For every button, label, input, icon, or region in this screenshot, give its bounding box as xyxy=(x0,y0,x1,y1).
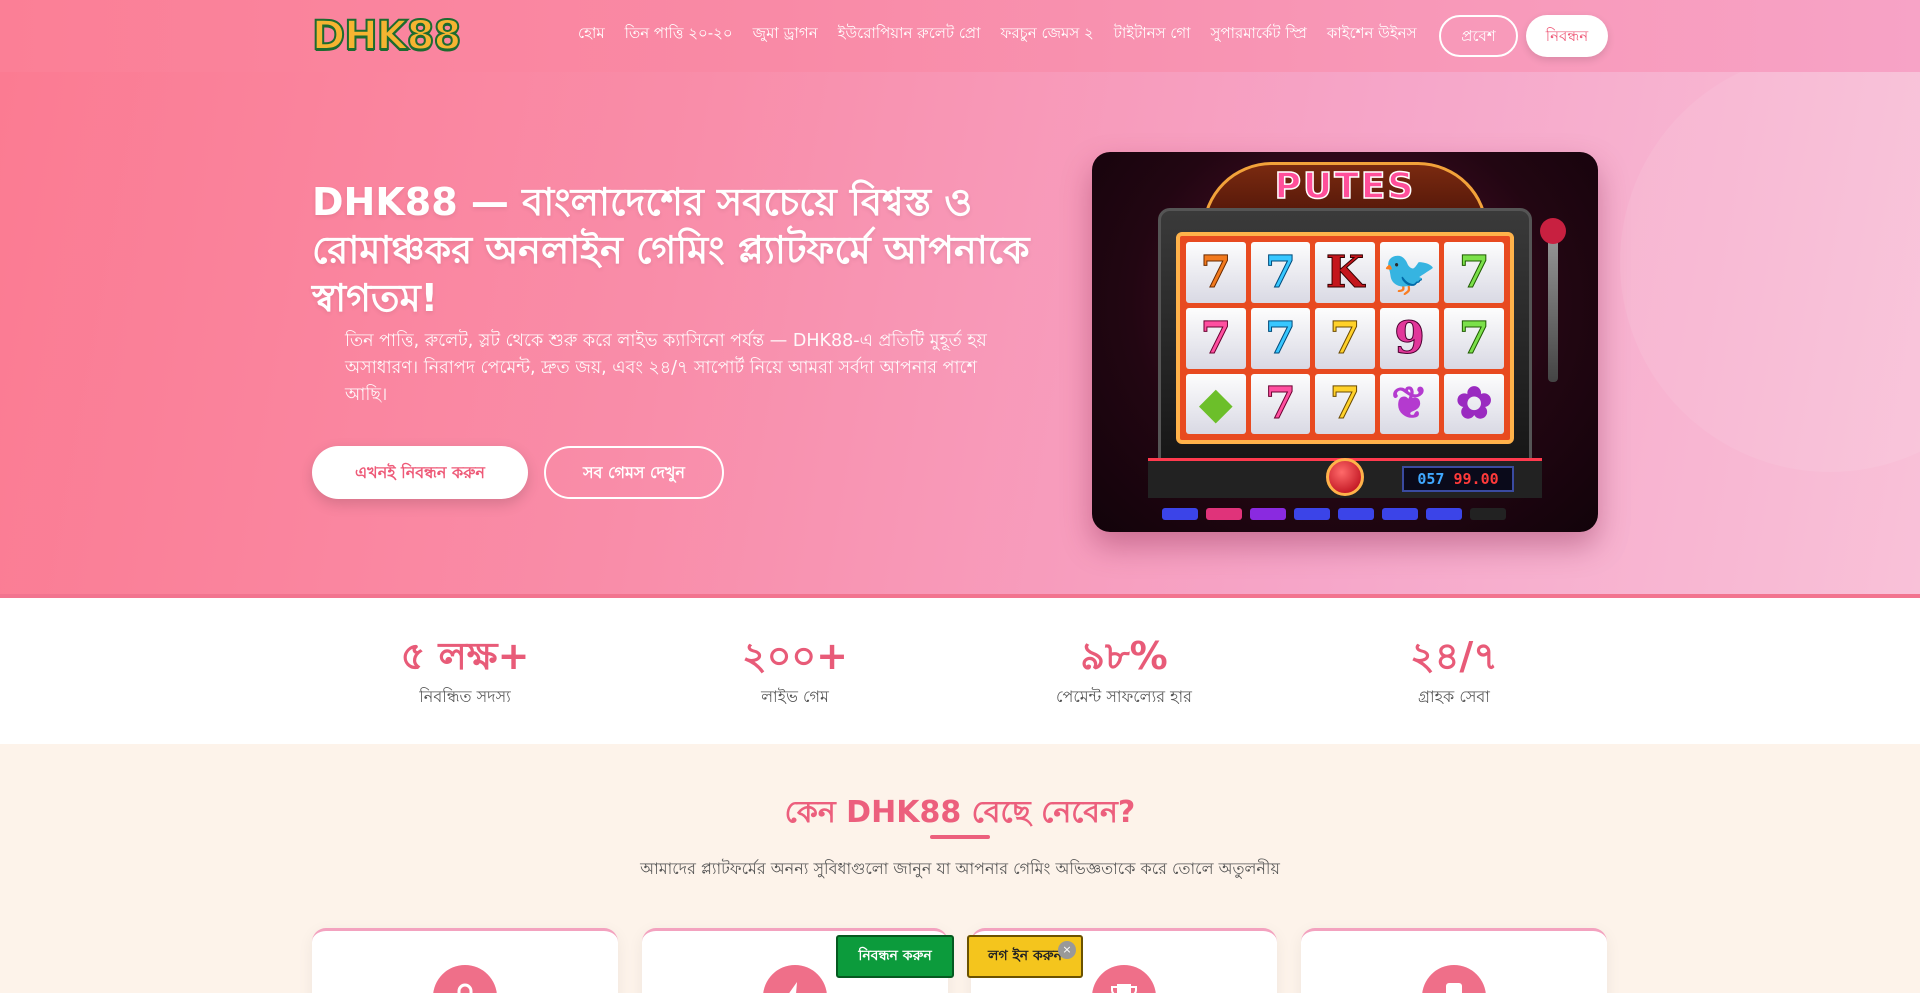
slot-reels: 7 7 K 🐦 7 7 7 7 9 7 ◆ 7 7 ❦ ✿ xyxy=(1176,232,1514,444)
register-button[interactable]: নিবন্ধন xyxy=(1526,15,1608,57)
stats-section: ৫ লক্ষ+ নিবন্ধিত সদস্য ২০০+ লাইভ গেম ৯৮%… xyxy=(0,594,1920,744)
slot-sign-text: PUTES xyxy=(1274,165,1416,208)
feature-card-mobile xyxy=(1301,928,1607,993)
slot-button xyxy=(1338,508,1374,520)
reel-symbol: ✿ xyxy=(1444,373,1504,434)
slot-spin-knob xyxy=(1326,458,1364,496)
stat-value: ২০০+ xyxy=(742,634,848,678)
close-icon[interactable]: × xyxy=(1058,941,1076,959)
reel-symbol: ◆ xyxy=(1186,373,1246,434)
login-button[interactable]: প্রবেশ xyxy=(1439,15,1518,57)
lock-icon xyxy=(433,965,497,993)
reel-symbol: K xyxy=(1315,242,1375,304)
slot-button xyxy=(1162,508,1198,520)
site-logo[interactable]: DHK88 xyxy=(311,12,462,60)
slot-button xyxy=(1470,508,1506,520)
slot-lever xyxy=(1540,218,1566,382)
stat-value: ৫ লক্ষ+ xyxy=(400,634,530,678)
slot-button xyxy=(1206,508,1242,520)
floating-register-button[interactable]: নিবন্ধন করুন xyxy=(836,935,954,978)
stat-live-games: ২০০+ লাইভ গেম xyxy=(675,632,915,711)
why-section-subtitle: আমাদের প্ল্যাটফর্মের অনন্য সুবিধাগুলো জা… xyxy=(640,859,1280,878)
credit-display-blue: 057 xyxy=(1417,470,1445,488)
reel-symbol: 7 xyxy=(1444,308,1504,369)
phone-icon xyxy=(1422,965,1486,993)
slot-button xyxy=(1426,508,1462,520)
slot-button xyxy=(1294,508,1330,520)
stat-label: লাইভ গেম xyxy=(761,687,829,706)
reel-symbol: 7 xyxy=(1186,242,1246,304)
site-header: DHK88 হোম তিন পাত্তি ২০-২০ জুমা ড্রাগন ই… xyxy=(0,0,1920,72)
slot-button xyxy=(1250,508,1286,520)
nav-item-fortune-gems[interactable]: ফরচুন জেমস ২ xyxy=(1000,22,1093,47)
stat-members: ৫ লক্ষ+ নিবন্ধিত সদস্য xyxy=(345,632,585,711)
nav-item-zuma-dragon[interactable]: জুমা ড্রাগন xyxy=(753,22,818,47)
reel-symbol: 7 xyxy=(1315,308,1375,369)
reel-symbol: 9 xyxy=(1379,308,1440,369)
slot-credit-display: 057 99.00 xyxy=(1402,466,1514,492)
register-now-button[interactable]: এখনই নিবন্ধন করুন xyxy=(312,446,528,499)
stat-value: ২৪/৭ xyxy=(1410,634,1498,678)
nav-item-titans-go[interactable]: টাইটানস গো xyxy=(1114,22,1191,47)
stat-customer-service: ২৪/৭ গ্রাহক সেবা xyxy=(1334,632,1574,711)
nav-item-supermarket-spree[interactable]: সুপারমার্কেট স্প্রি xyxy=(1211,22,1307,47)
stat-label: নিবন্ধিত সদস্য xyxy=(419,687,511,706)
slot-buttons xyxy=(1162,508,1506,520)
reel-symbol: 7 xyxy=(1250,242,1311,304)
stat-label: পেমেন্ট সাফল্যের হার xyxy=(1056,687,1192,706)
reel-symbol: 7 xyxy=(1250,308,1311,369)
hero-title: DHK88 — বাংলাদেশের সবচেয়ে বিশ্বস্ত ও রো… xyxy=(312,180,1030,320)
stat-label: গ্রাহক সেবা xyxy=(1418,687,1490,706)
lightning-icon xyxy=(763,965,827,993)
hero-description: তিন পাত্তি, রুলেট, স্লট থেকে শুরু করে লা… xyxy=(345,331,987,405)
reel-symbol: 7 xyxy=(1250,373,1311,434)
stat-payment-success: ৯৮% পেমেন্ট সাফল্যের হার xyxy=(1004,632,1244,711)
nav-item-home[interactable]: হোম xyxy=(578,22,605,47)
main-nav: হোম তিন পাত্তি ২০-২০ জুমা ড্রাগন ইউরোপিয… xyxy=(578,22,1417,47)
view-all-games-button[interactable]: সব গেমস দেখুন xyxy=(544,446,724,499)
slot-button xyxy=(1382,508,1418,520)
decorative-circle xyxy=(1620,72,1920,472)
reel-symbol: 7 xyxy=(1186,308,1246,369)
why-section-title: কেন DHK88 বেছে নেবেন? xyxy=(784,795,1136,830)
reel-symbol: 🐦 xyxy=(1379,242,1440,304)
reel-symbol: ❦ xyxy=(1379,373,1440,434)
stat-value: ৯৮% xyxy=(1080,634,1168,678)
reel-symbol: 7 xyxy=(1315,373,1375,434)
credit-display-red: 99.00 xyxy=(1453,470,1499,488)
nav-item-teen-patti[interactable]: তিন পাত্তি ২০-২০ xyxy=(625,22,733,47)
nav-item-caishen-wins[interactable]: কাইশেন উইনস xyxy=(1327,22,1417,47)
slot-machine-image: PUTES 7 7 K 🐦 7 7 7 7 9 7 ◆ 7 7 ❦ ✿ 057 … xyxy=(1092,152,1598,532)
trophy-icon xyxy=(1092,965,1156,993)
hero-section: DHK88 — বাংলাদেশের সবচেয়ে বিশ্বস্ত ও রো… xyxy=(0,72,1920,594)
nav-item-european-roulette[interactable]: ইউরোপিয়ান রুলেট প্রো xyxy=(838,22,981,47)
reel-symbol: 7 xyxy=(1444,242,1504,304)
title-underline xyxy=(930,835,990,839)
feature-card-security xyxy=(312,928,618,993)
